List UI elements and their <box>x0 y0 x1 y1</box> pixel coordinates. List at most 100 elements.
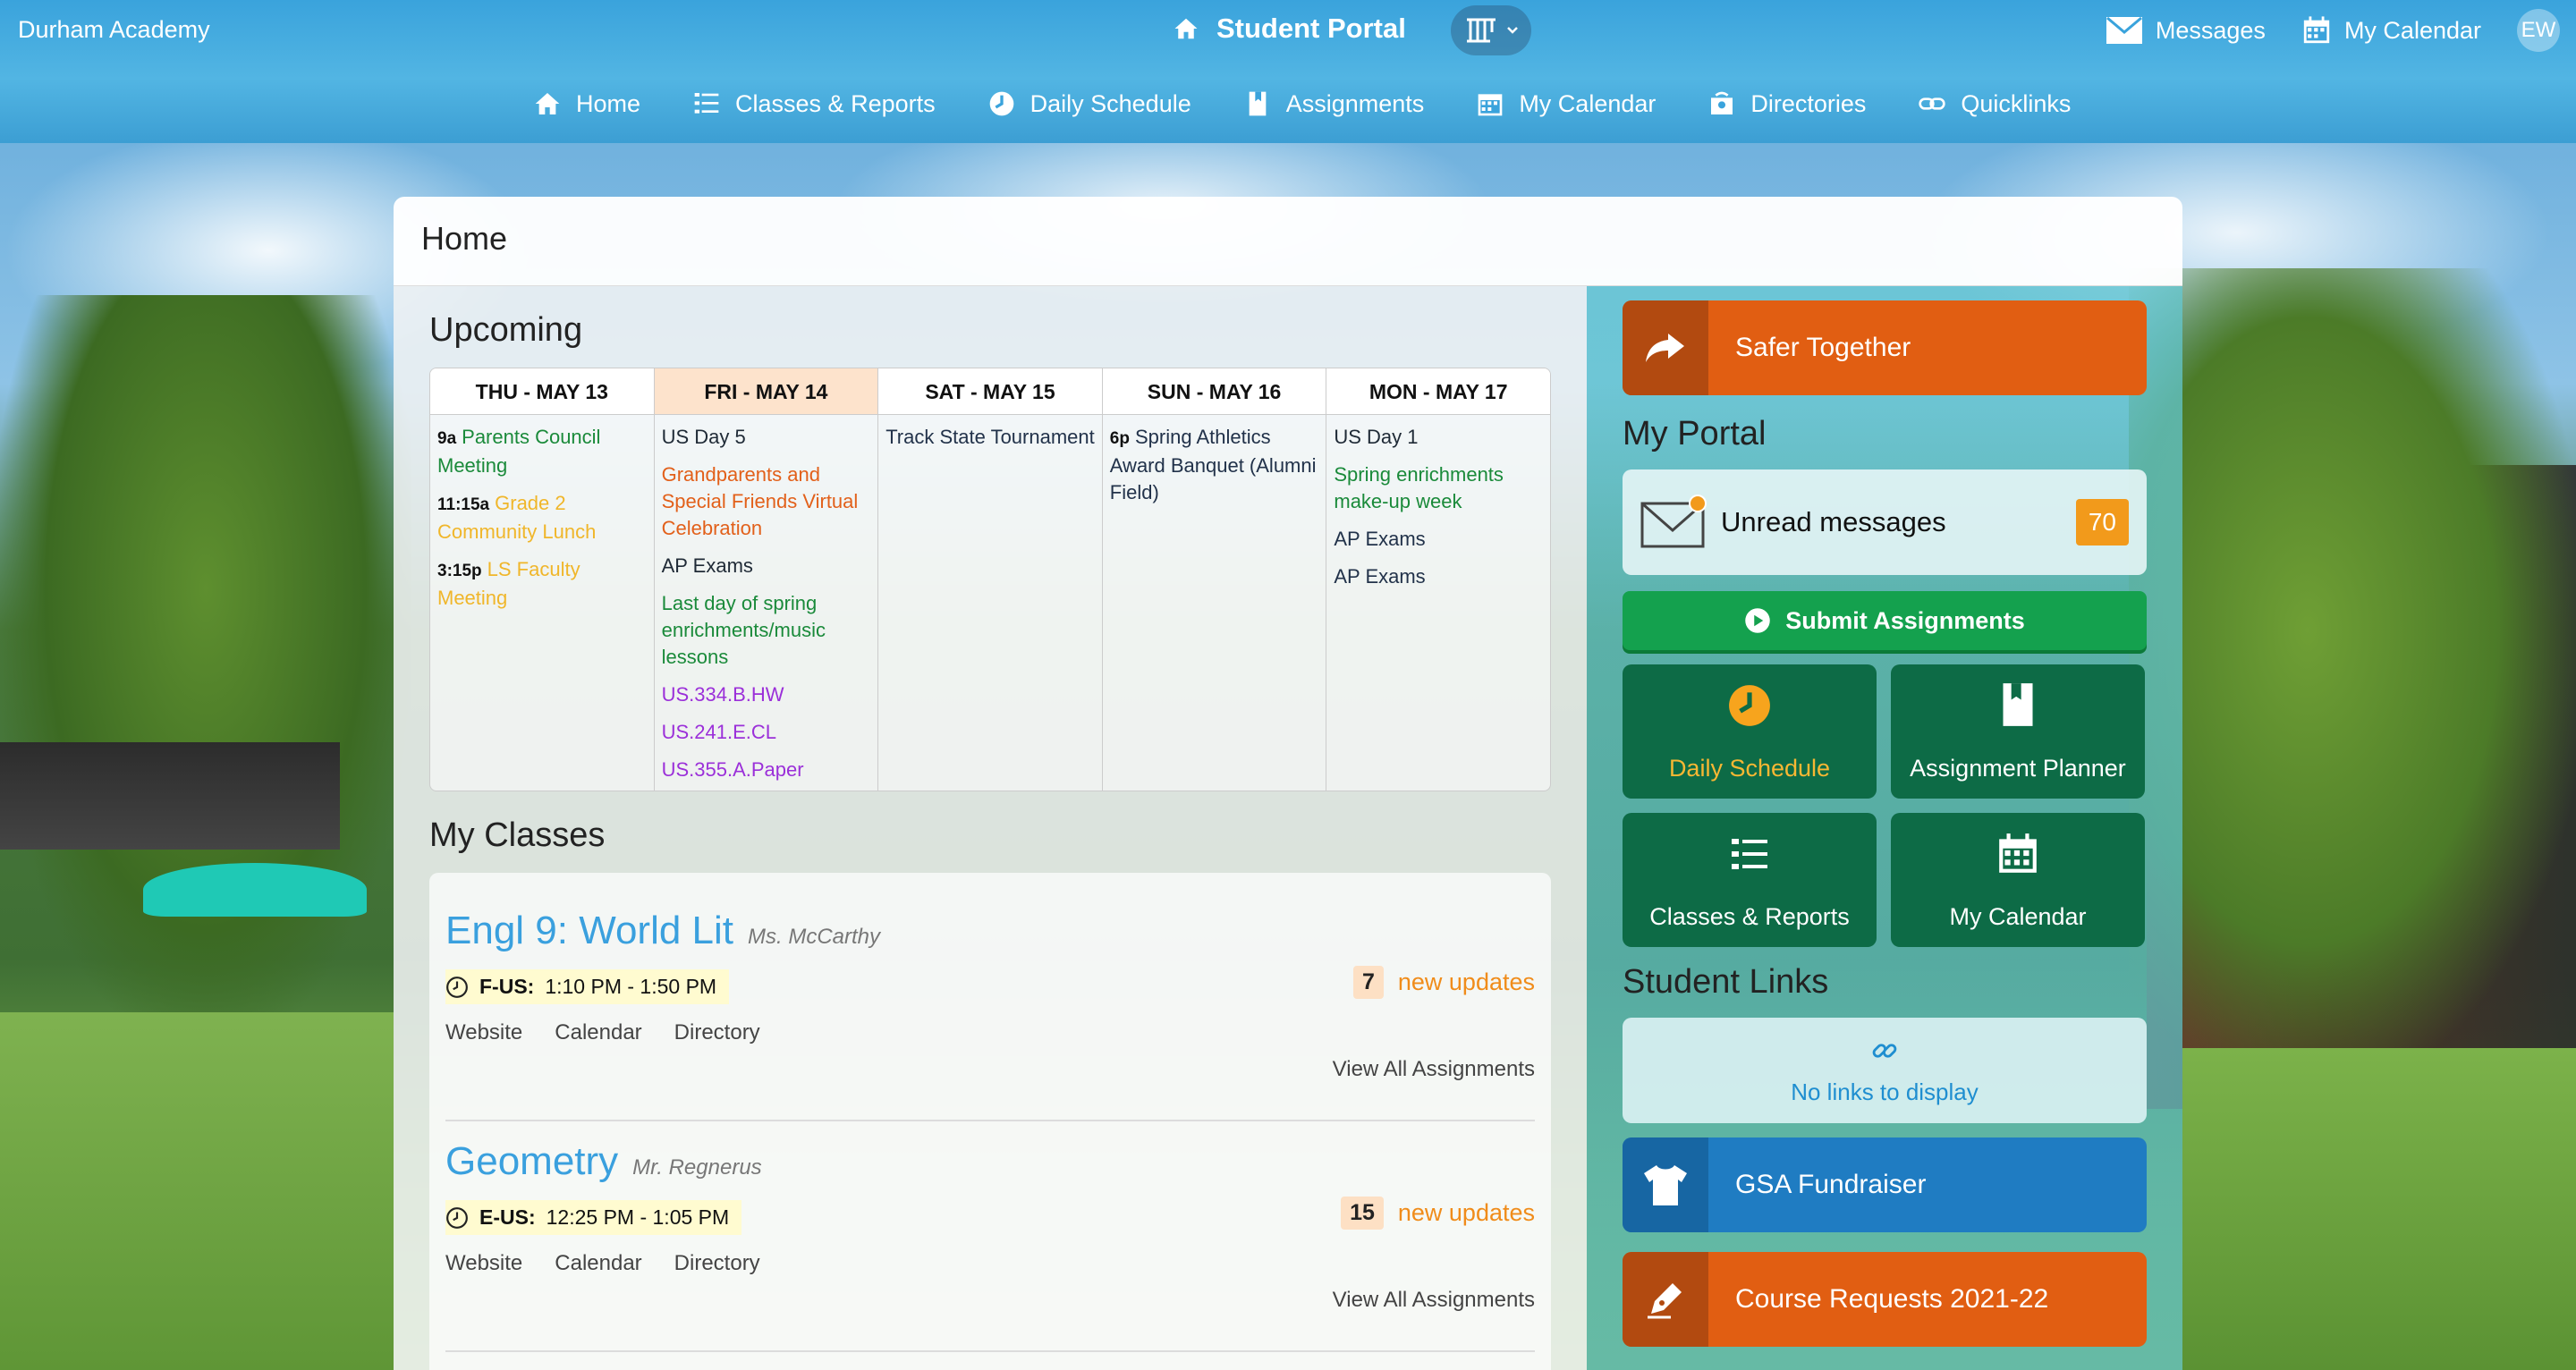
user-avatar[interactable]: EW <box>2517 9 2560 52</box>
unread-messages-tile[interactable]: Unread messages 70 <box>1623 469 2147 575</box>
class-block: F-US: <box>479 975 535 998</box>
event-item[interactable]: 3:15p LS Faculty Meeting <box>437 556 647 612</box>
event-time: 9a <box>437 429 457 448</box>
class-calendar-link[interactable]: Calendar <box>555 1251 641 1276</box>
nav-classes-reports[interactable]: Classes & Reports <box>692 89 936 118</box>
nav-directories-label: Directories <box>1750 89 1867 117</box>
view-all-assignments-link[interactable]: View All Assignments <box>1333 1288 1535 1313</box>
event-item[interactable]: Track State Tournament <box>886 424 1095 451</box>
class-title-link[interactable]: Geometry <box>445 1139 618 1183</box>
event-item[interactable]: US Day 5 <box>662 424 871 451</box>
event-item[interactable]: 9a Parents Council Meeting <box>437 424 647 479</box>
my-classes-heading: My Classes <box>429 816 606 854</box>
nav-my-calendar[interactable]: My Calendar <box>1476 89 1656 118</box>
assignment-planner-tile-label: Assignment Planner <box>1910 755 2126 782</box>
nav-daily-schedule-label: Daily Schedule <box>1030 89 1191 117</box>
class-links: Website Calendar Directory <box>445 1251 1535 1276</box>
submit-assignments-button[interactable]: Submit Assignments <box>1623 591 2147 650</box>
daily-schedule-tile-label: Daily Schedule <box>1668 755 1831 782</box>
event-item[interactable]: 11:15a Grade 2 Community Lunch <box>437 490 647 545</box>
event-item[interactable]: Last day of spring enrichments/music les… <box>662 590 871 671</box>
daily-schedule-tile[interactable]: Daily Schedule <box>1623 664 1877 799</box>
share-arrow-icon <box>1623 300 1708 395</box>
nav-assignments[interactable]: Assignments <box>1243 89 1425 118</box>
class-block: E-US: <box>479 1205 536 1229</box>
class-directory-link[interactable]: Directory <box>674 1251 760 1276</box>
assignment-item[interactable]: US.334.B.HW <box>662 681 871 708</box>
event-item[interactable]: Spring enrichments make-up week <box>1334 461 1543 515</box>
day-column: SUN - MAY 16 6p Spring Athletics Award Ba… <box>1102 368 1327 791</box>
course-requests-button[interactable]: Course Requests 2021-22 <box>1623 1252 2147 1347</box>
event-item[interactable]: AP Exams <box>1334 526 1543 553</box>
portal-switcher[interactable] <box>1451 5 1531 55</box>
classes-reports-tile-label: Classes & Reports <box>1649 903 1850 930</box>
class-updates[interactable]: 15 new updates <box>1341 1197 1535 1230</box>
classes-reports-tile[interactable]: Classes & Reports <box>1623 813 1877 947</box>
class-directory-link[interactable]: Directory <box>674 1020 760 1045</box>
portal-title[interactable]: Student Portal <box>1172 13 1406 45</box>
updates-count-badge: 7 <box>1352 966 1384 999</box>
class-updates[interactable]: 7 new updates <box>1352 966 1535 999</box>
day-events: US Day 5 Grandparents and Special Friend… <box>655 415 878 791</box>
class-time-range: 12:25 PM - 1:05 PM <box>546 1205 730 1229</box>
safer-together-button[interactable]: Safer Together <box>1623 300 2147 395</box>
my-calendar-tile-label: My Calendar <box>1949 903 2087 930</box>
day-events: 6p Spring Athletics Award Banquet (Alumni… <box>1103 415 1326 526</box>
class-title-link[interactable]: Engl 9: World Lit <box>445 909 733 952</box>
brand-link[interactable]: Durham Academy <box>18 16 210 44</box>
event-title: Spring Athletics Award Banquet (Alumni F… <box>1109 426 1317 503</box>
my-calendar-label: My Calendar <box>2343 16 2481 44</box>
unread-count-badge: 70 <box>2075 499 2129 545</box>
background-tree-right <box>2129 268 2576 1073</box>
my-calendar-tile[interactable]: My Calendar <box>1891 813 2145 947</box>
day-header: FRI - MAY 14 <box>654 368 878 415</box>
event-item[interactable]: US Day 1 <box>1334 424 1543 451</box>
day-events: US Day 1 Spring enrichments make-up week… <box>1326 415 1550 610</box>
nav-home[interactable]: Home <box>533 89 640 118</box>
student-links-empty: No links to display <box>1623 1018 2147 1123</box>
nav-quicklinks[interactable]: Quicklinks <box>1918 89 2071 118</box>
day-column: THU - MAY 13 9a Parents Council Meeting 1… <box>430 368 655 791</box>
nav-daily-schedule[interactable]: Daily Schedule <box>987 89 1191 118</box>
list-icon <box>1732 839 1767 869</box>
event-time: 11:15a <box>437 495 490 514</box>
clock-icon <box>446 1206 468 1229</box>
day-events: Track State Tournament <box>878 415 1102 470</box>
messages-link[interactable]: Messages <box>2106 16 2266 45</box>
nav-directories[interactable]: Directories <box>1707 89 1866 118</box>
view-all-assignments-link[interactable]: View All Assignments <box>1333 1057 1535 1082</box>
background-umbrella <box>143 863 367 917</box>
upcoming-calendar: THU - MAY 13 9a Parents Council Meeting 1… <box>429 368 1551 791</box>
gsa-fundraiser-button[interactable]: GSA Fundraiser <box>1623 1137 2147 1232</box>
event-item[interactable]: AP Exams <box>662 553 871 579</box>
class-time: E-US: 12:25 PM - 1:05 PM <box>445 1200 742 1235</box>
event-item[interactable]: Grandparents and Special Friends Virtual… <box>662 461 871 542</box>
assignment-item[interactable]: US.355.A.Paper <box>662 757 871 783</box>
day-header: SAT - MAY 15 <box>878 368 1102 415</box>
class-calendar-link[interactable]: Calendar <box>555 1020 641 1045</box>
portal-title-label: Student Portal <box>1216 13 1406 44</box>
chevron-down-icon <box>1507 27 1518 34</box>
day-column-today: FRI - MAY 14 US Day 5 Grandparents and S… <box>654 368 879 791</box>
right-sidebar: Safer Together My Portal Unread messages… <box>1587 286 2182 1370</box>
background-lawn-left <box>0 1012 394 1370</box>
submit-assignments-label: Submit Assignments <box>1785 606 2025 634</box>
envelope-icon <box>1640 495 1707 548</box>
pen-icon <box>1623 1252 1708 1347</box>
bookmark-icon <box>1249 91 1267 116</box>
event-time: 3:15p <box>437 562 482 580</box>
class-website-link[interactable]: Website <box>445 1251 522 1276</box>
link-icon <box>1872 1043 1897 1058</box>
my-calendar-link[interactable]: My Calendar <box>2301 15 2481 46</box>
event-item[interactable]: 6p Spring Athletics Award Banquet (Alumni… <box>1110 424 1319 506</box>
main-nav: Home Classes & Reports Daily Schedule As… <box>533 84 2071 123</box>
bookmark-icon <box>2003 683 2033 726</box>
class-website-link[interactable]: Website <box>445 1020 522 1045</box>
assignment-planner-tile[interactable]: Assignment Planner <box>1891 664 2145 799</box>
top-header: Durham Academy Student Portal Messages M… <box>0 0 2576 143</box>
event-item[interactable]: AP Exams <box>1334 563 1543 590</box>
day-column: MON - MAY 17 US Day 1 Spring enrichments… <box>1326 368 1550 791</box>
nav-assignments-label: Assignments <box>1285 89 1425 117</box>
assignment-item[interactable]: US.241.E.CL <box>662 719 871 746</box>
event-time: 6p <box>1109 429 1130 448</box>
